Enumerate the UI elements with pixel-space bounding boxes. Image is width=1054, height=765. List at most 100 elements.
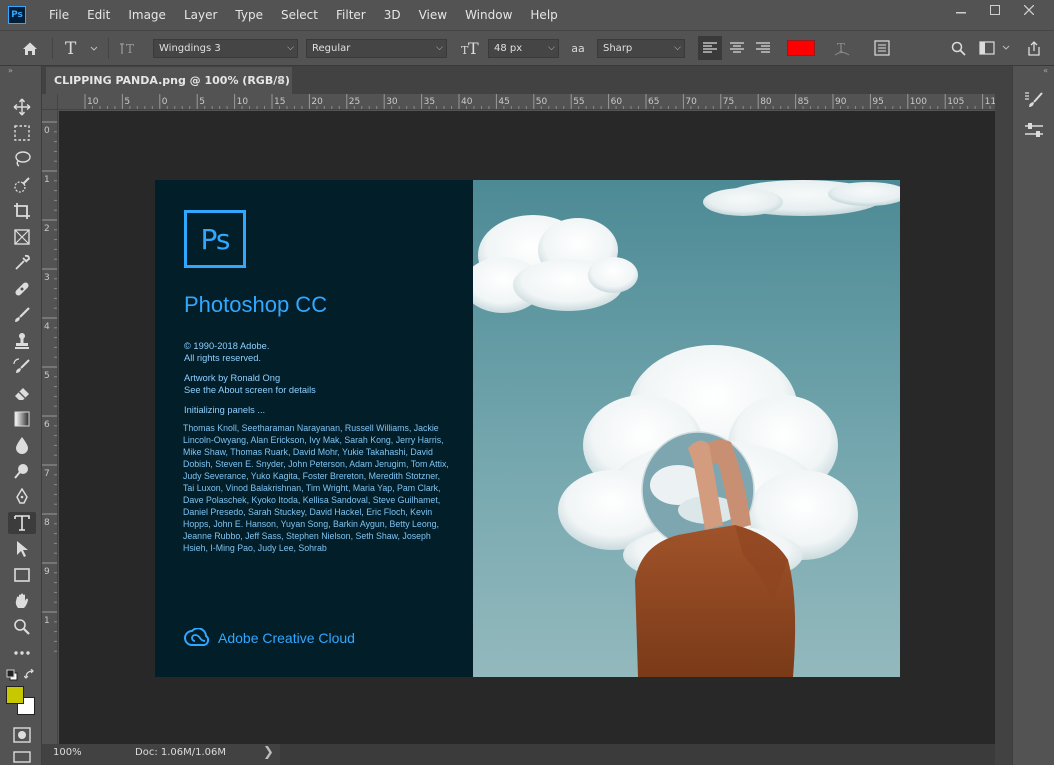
text-color-swatch[interactable] bbox=[786, 31, 816, 65]
ruler-tick-label: 25 bbox=[349, 97, 360, 107]
character-panel-icon[interactable] bbox=[868, 31, 896, 65]
font-style-value: Regular bbox=[312, 43, 351, 54]
brush-settings-panel-icon[interactable] bbox=[1021, 88, 1047, 112]
panel-grip-icon[interactable]: « bbox=[1043, 66, 1048, 75]
search-icon[interactable] bbox=[946, 31, 970, 65]
document-tab[interactable]: CLIPPING PANDA.png @ 100% (RGB/8) × bbox=[46, 67, 292, 94]
foreground-color-swatch[interactable] bbox=[6, 686, 24, 704]
ruler-tick-label: 90 bbox=[835, 97, 847, 107]
properties-panel-icon[interactable] bbox=[1021, 118, 1047, 142]
move-tool-icon[interactable] bbox=[8, 96, 36, 118]
dodge-tool-icon[interactable] bbox=[8, 460, 36, 482]
menu-layer[interactable]: Layer bbox=[175, 0, 226, 30]
ruler-tick-label: 3 bbox=[44, 273, 50, 283]
tools-panel: » bbox=[0, 66, 42, 765]
menu-3d[interactable]: 3D bbox=[375, 0, 410, 30]
rectangle-tool-icon[interactable] bbox=[8, 564, 36, 586]
frame-tool-icon[interactable] bbox=[8, 226, 36, 248]
minimize-icon[interactable] bbox=[944, 0, 978, 20]
antialias-select[interactable]: Sharp ⌵ bbox=[597, 39, 685, 58]
panel-grip-icon[interactable]: » bbox=[0, 66, 42, 76]
eraser-tool-icon[interactable] bbox=[8, 382, 36, 404]
blur-tool-icon[interactable] bbox=[8, 434, 36, 456]
warp-text-icon[interactable]: T bbox=[828, 31, 856, 65]
menu-file[interactable]: File bbox=[40, 0, 78, 30]
align-right-button[interactable] bbox=[751, 31, 775, 65]
artwork-credit: Artwork by Ronald Ong bbox=[184, 373, 281, 383]
ruler-tick-label: 9 bbox=[44, 567, 50, 577]
horizontal-ruler[interactable]: 10 5 0 5 10 15 20 25 30 35 40 45 50 55 60 65 70 75 80 85 90 9… bbox=[58, 94, 995, 110]
copyright-line-2: All rights reserved. bbox=[184, 353, 261, 363]
menu-view[interactable]: View bbox=[410, 0, 456, 30]
history-brush-tool-icon[interactable] bbox=[8, 356, 36, 378]
ruler-tick-label: 95 bbox=[872, 97, 883, 107]
menu-type[interactable]: Type bbox=[226, 0, 272, 30]
hand-tool-icon[interactable] bbox=[8, 590, 36, 612]
restore-icon[interactable] bbox=[978, 0, 1012, 20]
path-selection-tool-icon[interactable] bbox=[8, 538, 36, 560]
status-menu-chevron-icon[interactable]: ❯ bbox=[263, 745, 274, 760]
text-orientation-icon[interactable]: T bbox=[114, 31, 142, 65]
menu-help[interactable]: Help bbox=[521, 0, 566, 30]
zoom-tool-icon[interactable] bbox=[8, 616, 36, 638]
menu-bar: Ps File Edit Image Layer Type Select Fil… bbox=[0, 0, 1054, 30]
pen-tool-icon[interactable] bbox=[8, 486, 36, 508]
product-name: Photoshop CC bbox=[184, 292, 328, 317]
ruler-tick-label: 1 bbox=[44, 616, 50, 626]
brush-tool-icon[interactable] bbox=[8, 304, 36, 326]
menu-image[interactable]: Image bbox=[119, 0, 175, 30]
healing-brush-tool-icon[interactable] bbox=[8, 278, 36, 300]
horizontal-scrollbar[interactable] bbox=[280, 744, 995, 765]
close-icon[interactable] bbox=[1012, 0, 1046, 20]
align-center-button[interactable] bbox=[725, 31, 749, 65]
ruler-origin[interactable] bbox=[42, 94, 58, 110]
separator bbox=[108, 38, 109, 59]
ruler-tick-label: 5 bbox=[44, 371, 50, 381]
type-tool-icon[interactable] bbox=[8, 512, 36, 534]
swap-colors-icon[interactable] bbox=[23, 668, 36, 681]
font-style-select[interactable]: Regular ⌵ bbox=[306, 39, 447, 58]
marquee-tool-icon[interactable] bbox=[8, 122, 36, 144]
vertical-scrollbar[interactable] bbox=[995, 94, 1012, 744]
options-bar: T T Wingdings 3 ⌵ Regular ⌵ TT 48 px ⌵ a… bbox=[0, 30, 1054, 66]
lasso-tool-icon[interactable] bbox=[8, 148, 36, 170]
ruler-tick-label: 8 bbox=[44, 518, 50, 528]
ruler-tick-label: 10 bbox=[237, 97, 249, 107]
ruler-tick-label: 10 bbox=[87, 97, 99, 107]
zoom-level[interactable]: 100% bbox=[53, 747, 82, 758]
antialias-icon: aa bbox=[571, 41, 585, 55]
font-size-select[interactable]: 48 px ⌵ bbox=[488, 39, 559, 58]
eyedropper-tool-icon[interactable] bbox=[8, 252, 36, 274]
font-family-select[interactable]: Wingdings 3 ⌵ bbox=[153, 39, 298, 58]
menu-select[interactable]: Select bbox=[272, 0, 327, 30]
crop-tool-icon[interactable] bbox=[8, 200, 36, 222]
menu-edit[interactable]: Edit bbox=[78, 0, 119, 30]
svg-text:T: T bbox=[65, 40, 77, 56]
clone-stamp-tool-icon[interactable] bbox=[8, 330, 36, 352]
right-panel-dock: « bbox=[1012, 66, 1054, 765]
home-icon[interactable] bbox=[14, 31, 46, 65]
workspace-icon[interactable] bbox=[976, 31, 1016, 65]
menu-window[interactable]: Window bbox=[456, 0, 521, 30]
share-icon[interactable] bbox=[1022, 31, 1046, 65]
gradient-tool-icon[interactable] bbox=[8, 408, 36, 430]
ps-logo: Ps bbox=[184, 210, 246, 268]
close-icon[interactable]: × bbox=[276, 73, 286, 87]
default-colors-icon[interactable] bbox=[6, 669, 18, 681]
ruler-tick-label: 75 bbox=[723, 97, 734, 107]
vertical-ruler[interactable]: 0 1 2 3 4 5 6 7 8 9 1 bbox=[42, 110, 58, 744]
align-left-button[interactable] bbox=[698, 36, 722, 60]
menu-filter[interactable]: Filter bbox=[327, 0, 375, 30]
quick-mask-icon[interactable] bbox=[8, 724, 36, 746]
chevron-down-icon: ⌵ bbox=[674, 43, 681, 53]
ruler-tick-label: 4 bbox=[44, 322, 50, 332]
ruler-tick-label: 50 bbox=[536, 97, 548, 107]
ruler-tick-label: 100 bbox=[910, 97, 927, 107]
creative-cloud-label: Adobe Creative Cloud bbox=[218, 630, 355, 646]
screen-mode-icon[interactable] bbox=[8, 750, 36, 764]
tool-preset-picker[interactable]: T bbox=[60, 31, 102, 65]
more-tools-icon[interactable] bbox=[8, 642, 36, 664]
ruler-tick-label: 0 bbox=[162, 97, 168, 107]
chevron-down-icon: ⌵ bbox=[548, 43, 555, 53]
quick-selection-tool-icon[interactable] bbox=[8, 174, 36, 196]
